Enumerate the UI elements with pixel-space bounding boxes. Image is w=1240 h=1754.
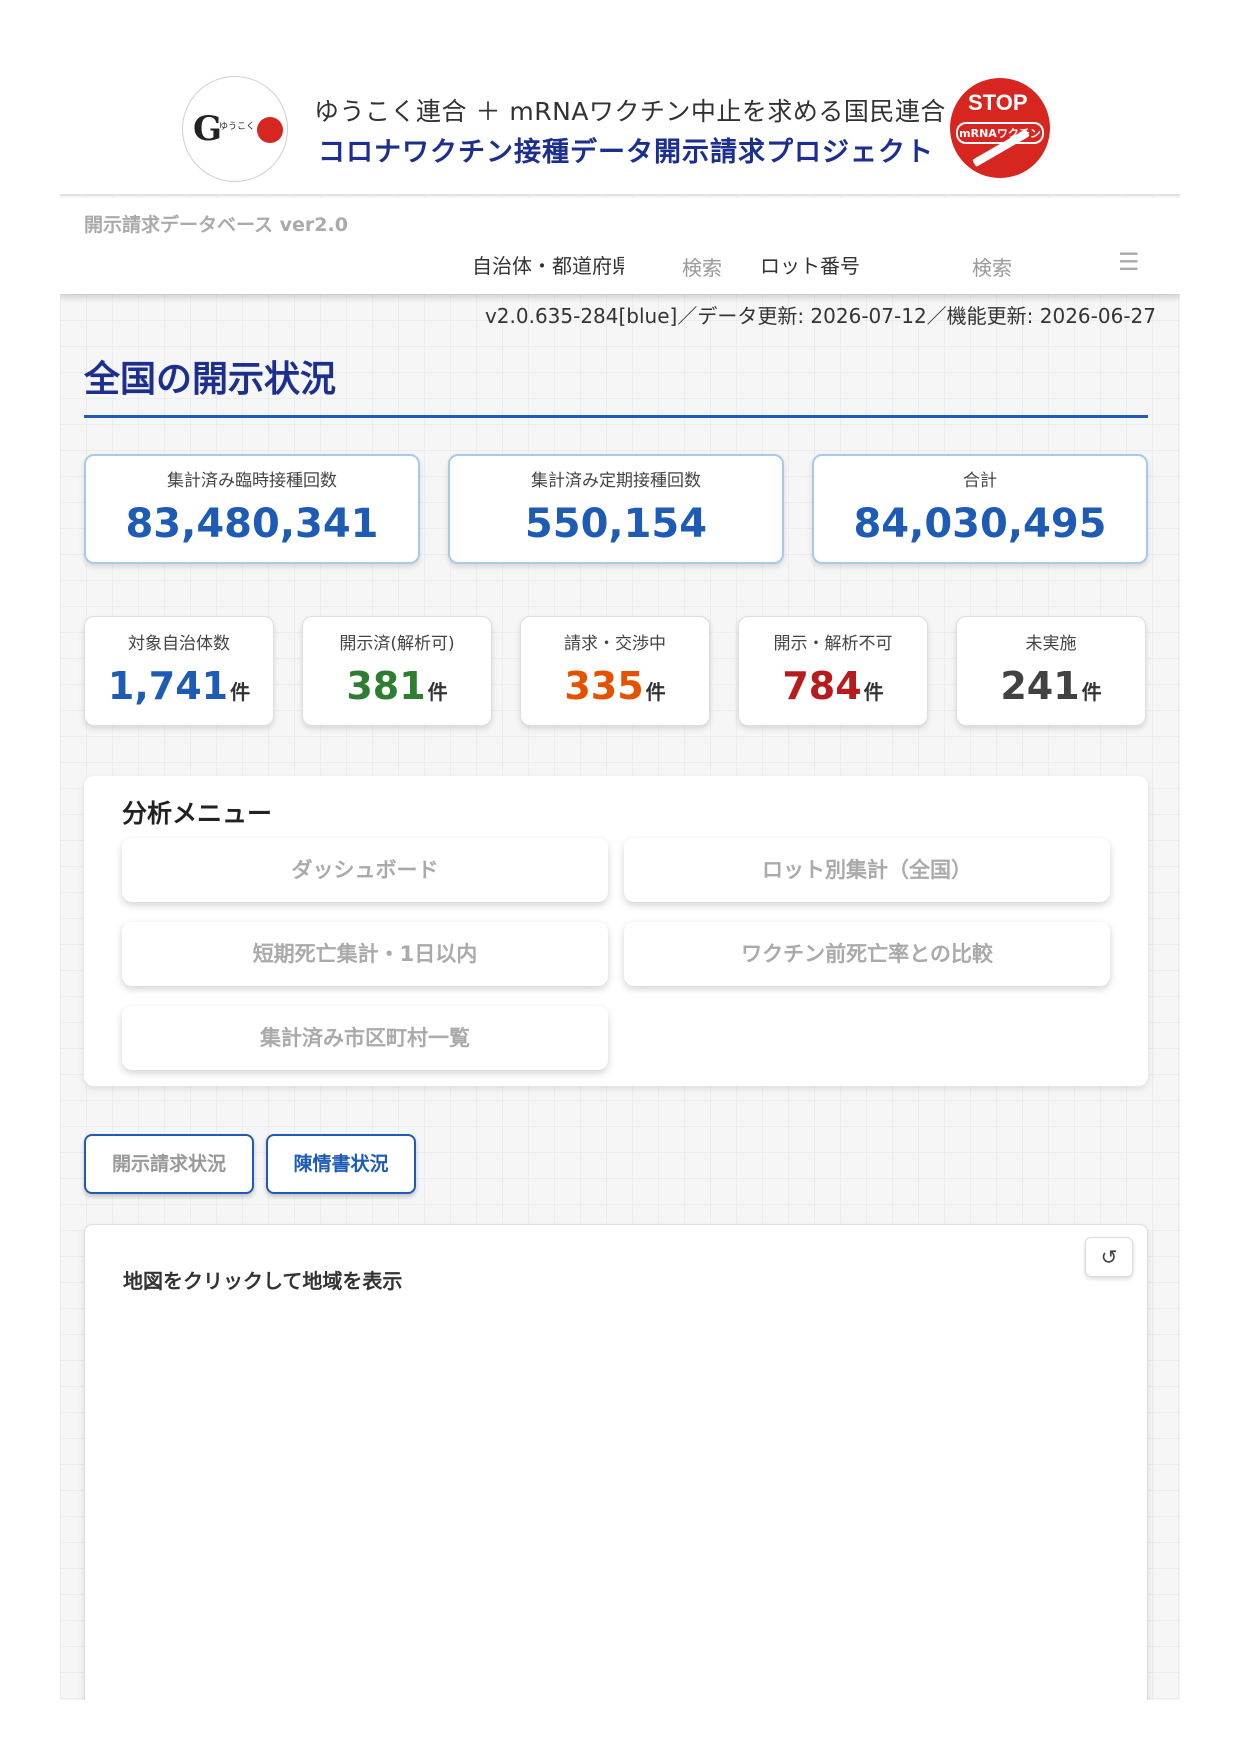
mortality-comparison-button[interactable]: ワクチン前死亡率との比較 (624, 922, 1110, 986)
logo-text: ゆうこく (219, 122, 256, 132)
stat-value: 381 (346, 664, 426, 708)
page-frame: G ゆうこく ゆうこく連合 ＋ mRNAワクチン中止を求める国民連合 コロナワク… (60, 60, 1180, 1700)
dashboard-button[interactable]: ダッシュボード (122, 838, 608, 902)
stat-card-disclosed: 開示済(解析可) 381 件 (302, 616, 492, 726)
red-sun-icon (257, 117, 283, 143)
total-card-temporary: 集計済み臨時接種回数 83,480,341 (84, 454, 420, 564)
stat-unit: 件 (863, 680, 884, 704)
reset-map-icon[interactable]: ↺ (1085, 1237, 1133, 1277)
title-divider (84, 415, 1148, 418)
page-title: 全国の開示状況 (84, 359, 337, 400)
stat-unit: 件 (427, 680, 448, 704)
analysis-menu-title: 分析メニュー (122, 799, 273, 828)
stat-value: 335 (564, 664, 644, 708)
stat-label: 開示済(解析可) (339, 634, 455, 654)
stat-label: 請求・交渉中 (564, 634, 666, 654)
municipality-search-button[interactable]: 検索 (682, 252, 722, 281)
short-term-death-button[interactable]: 短期死亡集計・1日以内 (122, 922, 608, 986)
stat-card-negotiating: 請求・交渉中 335 件 (520, 616, 710, 726)
tab-petition-status[interactable]: 陳情書状況 (266, 1134, 416, 1194)
total-card-sum: 合計 84,030,495 (812, 454, 1148, 564)
total-value: 550,154 (524, 501, 708, 547)
dragon-logo-icon: G (193, 109, 223, 149)
stat-label: 未実施 (1025, 634, 1077, 654)
stop-badge-label: STOP (968, 90, 1028, 115)
stat-label: 開示・解析不可 (773, 634, 893, 654)
stat-unit: 件 (645, 680, 666, 704)
stat-value: 241 (1000, 664, 1080, 708)
municipality-list-button[interactable]: 集計済み市区町村一覧 (122, 1006, 608, 1070)
stat-unit: 件 (230, 680, 251, 704)
analysis-menu-panel: 分析メニュー ダッシュボード ロット別集計（全国） 短期死亡集計・1日以内 ワク… (84, 776, 1148, 1086)
municipality-search-input[interactable]: 自治体・都道府県 (472, 250, 624, 279)
stat-unit: 件 (1081, 680, 1102, 704)
stat-card-not-analyzable: 開示・解析不可 784 件 (738, 616, 928, 726)
total-label: 合計 (963, 471, 997, 491)
lot-summary-button[interactable]: ロット別集計（全国） (624, 838, 1110, 902)
stat-card-not-started: 未実施 241 件 (956, 616, 1146, 726)
stat-card-target: 対象自治体数 1,741 件 (84, 616, 274, 726)
banner-title: コロナワクチン接種データ開示請求プロジェクト (318, 137, 934, 168)
total-value: 83,480,341 (125, 501, 379, 547)
stop-badge-sublabel: mRNAワクチン (956, 122, 1044, 144)
database-title[interactable]: 開示請求データベース ver2.0 (84, 210, 348, 237)
yukoku-logo[interactable]: G ゆうこく (182, 76, 288, 182)
map-hint: 地図をクリックして地域を表示 (123, 1269, 403, 1293)
hamburger-menu-icon[interactable]: ☰ (1118, 248, 1140, 276)
stat-value: 784 (782, 664, 862, 708)
tab-disclosure-status[interactable]: 開示請求状況 (84, 1134, 254, 1194)
total-value: 84,030,495 (853, 501, 1107, 547)
stat-value: 1,741 (107, 664, 229, 708)
map-panel[interactable]: 地図をクリックして地域を表示 ↺ (84, 1224, 1148, 1700)
lot-number-search-input[interactable]: ロット番号 (760, 250, 900, 279)
total-label: 集計済み臨時接種回数 (167, 471, 337, 491)
total-card-regular: 集計済み定期接種回数 550,154 (448, 454, 784, 564)
version-info: v2.0.635-284[blue]／データ更新: 2026-07-12／機能更… (484, 304, 1156, 328)
lot-number-search-button[interactable]: 検索 (972, 252, 1012, 281)
nav-bar: 開示請求データベース ver2.0 自治体・都道府県 検索 ロット番号 検索 ☰ (60, 198, 1180, 294)
header-banner: G ゆうこく ゆうこく連合 ＋ mRNAワクチン中止を求める国民連合 コロナワク… (60, 60, 1180, 196)
banner-subtitle: ゆうこく連合 ＋ mRNAワクチン中止を求める国民連合 (314, 97, 946, 126)
stat-label: 対象自治体数 (128, 634, 230, 654)
stop-mrna-badge[interactable]: STOP mRNAワクチン (950, 78, 1050, 178)
total-label: 集計済み定期接種回数 (531, 471, 701, 491)
